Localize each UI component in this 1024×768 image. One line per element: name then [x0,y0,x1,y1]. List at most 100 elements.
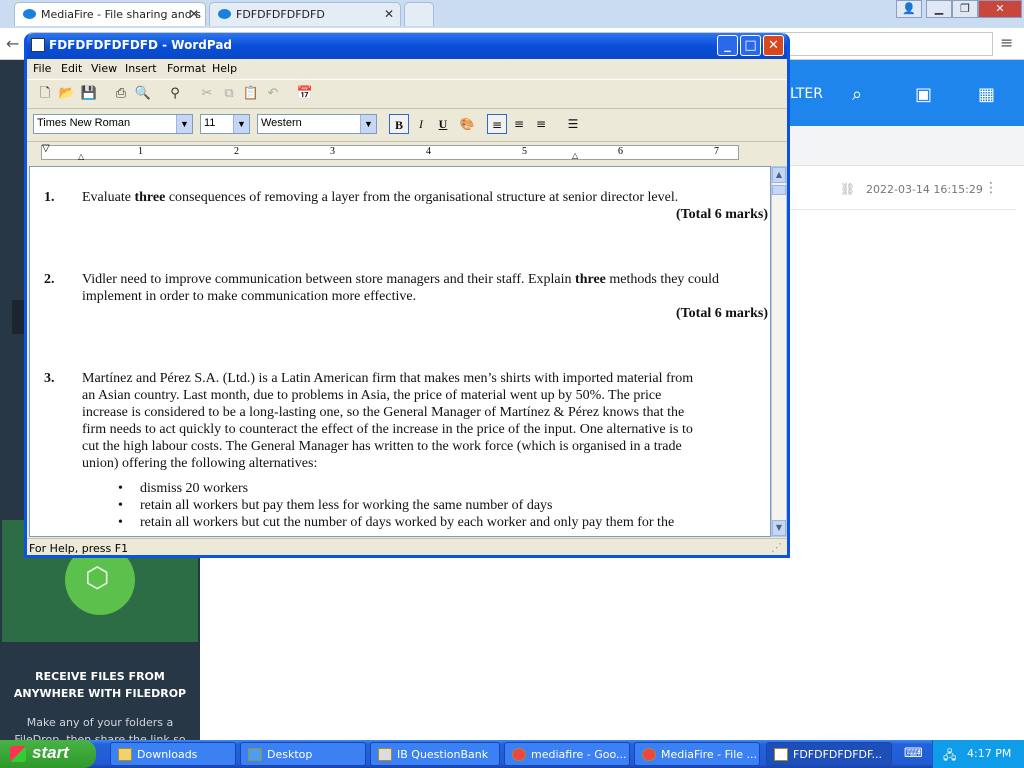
tab-title: FDFDFDFDFDFD [236,8,325,21]
font-name-value: Times New Roman [37,117,131,129]
first-indent-icon[interactable]: ▽ [42,143,50,154]
start-button[interactable]: start [0,740,96,768]
marks-label: (Total 6 marks) [675,306,768,321]
user-icon[interactable]: 👤 [896,0,922,18]
scroll-up-icon[interactable]: ▲ [772,167,786,183]
question-text: Evaluate three consequences of removing … [82,190,679,205]
bullet-text: retain all workers but pay them less for… [140,498,553,513]
chevron-down-icon[interactable]: ▼ [360,115,376,133]
print-icon[interactable]: ⎙ [112,85,130,103]
wordpad-app-icon [31,38,45,52]
vertical-scrollbar[interactable]: ▲ ▼ [771,166,787,537]
paste-icon[interactable]: 📋 [242,85,260,103]
open-icon[interactable]: 📂 [58,85,76,103]
tab-close-icon[interactable]: ✕ [384,7,394,21]
document-area[interactable]: 1. Evaluate three consequences of removi… [29,166,771,537]
system-tray: 🖧 4:17 PM [932,740,1024,768]
status-bar: For Help, press F1 ⋰ [27,538,787,556]
file-row[interactable]: ⛓ 2022-03-14 16:15:29 ⋮ [790,166,1016,210]
menu-file[interactable]: File [33,62,51,75]
menu-edit[interactable]: Edit [61,62,82,75]
menu-icon[interactable]: ≡ [1000,33,1013,52]
italic-button[interactable]: I [411,114,431,134]
back-icon[interactable]: ← [6,34,19,53]
network-icon[interactable]: 🖧 [943,746,956,767]
align-right-icon[interactable]: ≡ [531,114,551,134]
ruler-number: 6 [618,146,623,157]
standard-toolbar: 🗋 📂 💾 ⎙ 🔍 ⚲ ✂ ⧉ 📋 ↶ 📅 [27,79,787,109]
undo-icon[interactable]: ↶ [264,85,282,103]
cut-icon[interactable]: ✂ [198,85,216,103]
right-indent-icon[interactable]: △ [572,151,578,160]
question-number: 1. [44,190,55,205]
sidebar-partial-text [0,78,22,188]
menu-insert[interactable]: Insert [125,62,157,75]
question-text: Vidler need to improve communication bet… [82,272,720,304]
maximize-icon[interactable]: □ [740,35,761,56]
window-title: FDFDFDFDFDFD - WordPad [49,38,233,52]
font-size-select[interactable]: 11 ▼ [200,114,250,134]
taskbar-item-downloads[interactable]: Downloads [110,742,236,766]
filter-label[interactable]: LTER [790,86,823,102]
save-icon[interactable]: 💾 [80,85,98,103]
minimize-icon[interactable]: ▁ [926,0,952,18]
search-icon[interactable]: ⌕ [852,84,862,105]
menu-help[interactable]: Help [212,62,237,75]
scroll-thumb[interactable] [772,185,786,195]
status-text: For Help, press F1 [29,542,129,555]
date-time-icon[interactable]: 📅 [296,85,314,103]
close-icon[interactable]: ✕ [763,35,784,56]
color-icon[interactable]: 🎨 [457,114,477,134]
grid-view-icon[interactable]: ▦ [978,84,995,105]
find-icon[interactable]: ⚲ [166,85,184,103]
menu-bar: File Edit View Insert Format Help [27,59,787,79]
resize-grip-icon[interactable]: ⋰ [771,541,782,554]
restore-icon[interactable]: ❐ [952,0,978,18]
align-center-icon[interactable]: ≡ [509,114,529,134]
left-indent-icon[interactable]: △ [78,152,84,161]
font-name-select[interactable]: Times New Roman ▼ [33,114,193,134]
close-icon[interactable]: ✕ [978,0,1022,18]
more-options-icon[interactable]: ⋮ [984,180,998,196]
underline-button[interactable]: U [433,114,453,134]
clock: 4:17 PM [967,747,1012,760]
tab-mediafire[interactable]: MediaFire - File sharing and s ✕ [14,2,206,26]
new-folder-icon[interactable]: ▣ [915,84,932,105]
copy-icon[interactable]: ⧉ [220,85,238,103]
taskbar-item-chrome-mediafire-google[interactable]: mediafire - Goo... [504,742,630,766]
taskbar-item-chrome-mediafire[interactable]: MediaFire - File ... [634,742,760,766]
taskbar-item-ib-questionbank[interactable]: IB QuestionBank [370,742,500,766]
wordpad-titlebar[interactable]: FDFDFDFDFDFD - WordPad _ □ ✕ [27,33,787,59]
ruler[interactable]: ▽ △ 1 2 3 4 5 6 7 △ [27,141,787,163]
chevron-down-icon[interactable]: ▼ [233,115,249,133]
print-preview-icon[interactable]: 🔍 [134,85,152,103]
align-left-icon[interactable]: ≡ [487,114,507,134]
new-document-icon[interactable]: 🗋 [36,85,54,103]
bullet-text: dismiss 20 workers [140,481,249,496]
bullet-icon: • [118,515,123,530]
menu-format[interactable]: Format [167,62,206,75]
tab-fdfd[interactable]: FDFDFDFDFDFD ✕ [209,2,401,26]
new-tab-button[interactable] [404,2,434,26]
chrome-icon [642,748,656,761]
windows-logo-icon [10,746,26,762]
chevron-down-icon[interactable]: ▼ [176,115,192,133]
tab-close-icon[interactable]: ✕ [189,7,199,21]
question-number: 3. [44,371,55,386]
bullets-icon[interactable]: ☰ [563,114,583,134]
keyboard-icon[interactable]: ⌨ [904,746,923,761]
link-icon[interactable]: ⛓ [840,182,855,196]
scroll-down-icon[interactable]: ▼ [772,520,786,536]
bold-button[interactable]: B [389,114,409,134]
taskbar-item-wordpad[interactable]: FDFDFDFDFDF... [766,742,892,766]
wordpad-window: FDFDFDFDFDFD - WordPad _ □ ✕ File Edit V… [24,33,790,558]
sidebar-selected-item[interactable] [12,300,24,334]
script-select[interactable]: Western ▼ [257,114,377,134]
filedrop-title: RECEIVE FILES FROM ANYWHERE WITH FILEDRO… [13,670,187,700]
taskbar-item-desktop[interactable]: Desktop [240,742,366,766]
minimize-icon[interactable]: _ [717,35,738,56]
ruler-strip: ▽ △ 1 2 3 4 5 6 7 △ [41,143,739,161]
menu-view[interactable]: View [91,62,117,75]
bullet-icon: • [118,481,123,496]
mediafire-favicon-icon [218,9,231,19]
